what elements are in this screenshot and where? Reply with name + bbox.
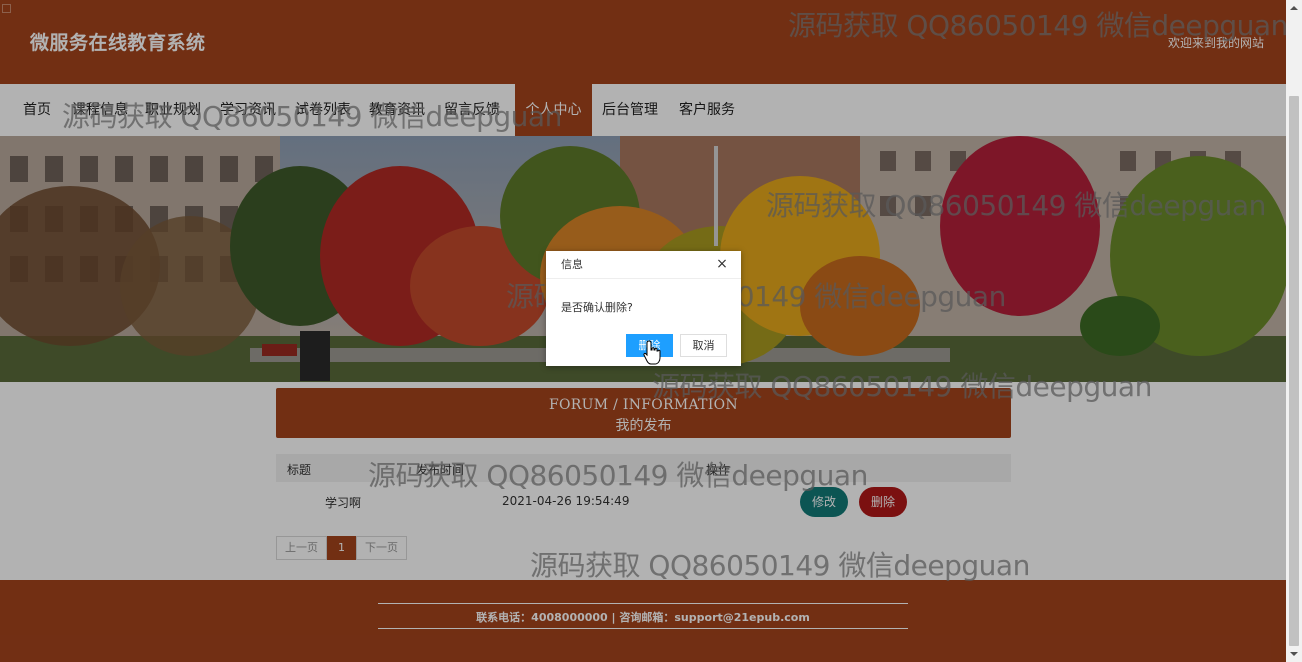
scrollbar-thumb[interactable] [1289,96,1299,646]
page: 微服务在线教育系统 欢迎来到我的网站 首页 课程信息 职业规划 学习资讯 试卷列… [0,0,1286,662]
cancel-button[interactable]: 取消 [680,334,727,357]
dialog-title: 信息 [546,251,741,279]
scroll-up-icon[interactable] [1286,0,1302,16]
hand-cursor-icon [643,340,661,365]
close-icon[interactable]: × [715,257,729,271]
dialog-message: 是否确认删除? [561,301,633,314]
scroll-down-icon[interactable] [1286,646,1302,662]
vertical-scrollbar[interactable] [1286,0,1302,662]
